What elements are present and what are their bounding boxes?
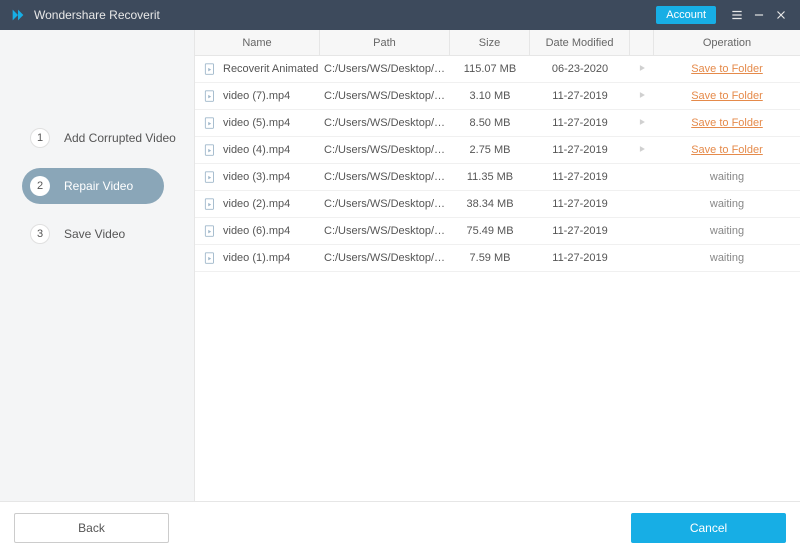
save-to-folder-link[interactable]: Save to Folder bbox=[691, 144, 763, 156]
play-icon[interactable] bbox=[637, 117, 647, 130]
file-path: C:/Users/WS/Desktop/video... bbox=[320, 171, 450, 183]
table-row[interactable]: video (4).mp4 C:/Users/WS/Desktop/video..… bbox=[195, 137, 800, 164]
col-header-path: Path bbox=[320, 30, 450, 55]
video-file-icon bbox=[203, 251, 217, 265]
col-header-size: Size bbox=[450, 30, 530, 55]
table-body: Recoverit Animated ...C:/Users/WS/Deskto… bbox=[195, 56, 800, 501]
file-size: 2.75 MB bbox=[450, 144, 530, 156]
file-name: Recoverit Animated ... bbox=[223, 63, 320, 75]
step-number: 2 bbox=[30, 176, 50, 196]
file-date: 06-23-2020 bbox=[530, 63, 630, 75]
account-button[interactable]: Account bbox=[656, 6, 716, 24]
file-date: 11-27-2019 bbox=[530, 225, 630, 237]
play-icon[interactable] bbox=[637, 90, 647, 103]
close-icon[interactable] bbox=[770, 0, 792, 30]
video-file-icon bbox=[203, 62, 217, 76]
video-file-icon bbox=[203, 116, 217, 130]
titlebar: Wondershare Recoverit Account bbox=[0, 0, 800, 30]
file-size: 8.50 MB bbox=[450, 117, 530, 129]
step-number: 1 bbox=[30, 128, 50, 148]
file-name: video (4).mp4 bbox=[223, 144, 290, 156]
file-name: video (5).mp4 bbox=[223, 117, 290, 129]
video-file-icon bbox=[203, 197, 217, 211]
file-size: 3.10 MB bbox=[450, 90, 530, 102]
minimize-icon[interactable] bbox=[748, 0, 770, 30]
col-header-name: Name bbox=[195, 30, 320, 55]
col-header-operation: Operation bbox=[654, 30, 800, 55]
play-icon[interactable] bbox=[637, 63, 647, 76]
status-waiting: waiting bbox=[710, 171, 744, 183]
status-waiting: waiting bbox=[710, 225, 744, 237]
step-label: Repair Video bbox=[64, 179, 133, 193]
file-date: 11-27-2019 bbox=[530, 252, 630, 264]
menu-icon[interactable] bbox=[726, 0, 748, 30]
step-label: Add Corrupted Video bbox=[64, 131, 176, 145]
sidebar-step-1[interactable]: 1 Add Corrupted Video bbox=[0, 120, 194, 156]
table-row[interactable]: Recoverit Animated ...C:/Users/WS/Deskto… bbox=[195, 56, 800, 83]
file-date: 11-27-2019 bbox=[530, 198, 630, 210]
table-row[interactable]: video (3).mp4 C:/Users/WS/Desktop/video..… bbox=[195, 164, 800, 191]
file-path: C:/Users/WS/Desktop/video... bbox=[320, 90, 450, 102]
file-size: 7.59 MB bbox=[450, 252, 530, 264]
table-row[interactable]: video (1).mp4 C:/Users/WS/Desktop/video..… bbox=[195, 245, 800, 272]
footer: Back Cancel bbox=[0, 501, 800, 553]
table-row[interactable]: video (5).mp4 C:/Users/WS/Desktop/video..… bbox=[195, 110, 800, 137]
table-row[interactable]: video (6).mp4 C:/Users/WS/Desktop/video..… bbox=[195, 218, 800, 245]
file-name: video (3).mp4 bbox=[223, 171, 290, 183]
file-path: C:/Users/WS/Desktop/Reco... bbox=[320, 63, 450, 75]
app-title: Wondershare Recoverit bbox=[34, 8, 160, 22]
table-row[interactable]: video (2).mp4 C:/Users/WS/Desktop/video..… bbox=[195, 191, 800, 218]
save-to-folder-link[interactable]: Save to Folder bbox=[691, 117, 763, 129]
video-file-icon bbox=[203, 89, 217, 103]
video-file-icon bbox=[203, 224, 217, 238]
file-date: 11-27-2019 bbox=[530, 117, 630, 129]
file-path: C:/Users/WS/Desktop/video... bbox=[320, 198, 450, 210]
file-name: video (6).mp4 bbox=[223, 225, 290, 237]
file-path: C:/Users/WS/Desktop/video... bbox=[320, 225, 450, 237]
video-file-icon bbox=[203, 170, 217, 184]
sidebar-step-2[interactable]: 2 Repair Video bbox=[22, 168, 164, 204]
file-path: C:/Users/WS/Desktop/video... bbox=[320, 117, 450, 129]
save-to-folder-link[interactable]: Save to Folder bbox=[691, 63, 763, 75]
video-file-icon bbox=[203, 143, 217, 157]
sidebar: 1 Add Corrupted Video 2 Repair Video 3 Save V… bbox=[0, 30, 195, 501]
col-header-play bbox=[630, 30, 654, 55]
file-size: 11.35 MB bbox=[450, 171, 530, 183]
status-waiting: waiting bbox=[710, 198, 744, 210]
table-row[interactable]: video (7).mp4 C:/Users/WS/Desktop/video..… bbox=[195, 83, 800, 110]
file-name: video (2).mp4 bbox=[223, 198, 290, 210]
file-path: C:/Users/WS/Desktop/video... bbox=[320, 144, 450, 156]
file-date: 11-27-2019 bbox=[530, 171, 630, 183]
status-waiting: waiting bbox=[710, 252, 744, 264]
table-header: Name Path Size Date Modified Operation bbox=[195, 30, 800, 56]
play-icon[interactable] bbox=[637, 144, 647, 157]
main-panel: Name Path Size Date Modified Operation R… bbox=[195, 30, 800, 501]
save-to-folder-link[interactable]: Save to Folder bbox=[691, 90, 763, 102]
file-size: 38.34 MB bbox=[450, 198, 530, 210]
file-name: video (1).mp4 bbox=[223, 252, 290, 264]
app-logo-icon bbox=[10, 7, 26, 23]
file-date: 11-27-2019 bbox=[530, 144, 630, 156]
sidebar-step-3[interactable]: 3 Save Video bbox=[0, 216, 194, 252]
file-size: 115.07 MB bbox=[450, 63, 530, 75]
file-path: C:/Users/WS/Desktop/video... bbox=[320, 252, 450, 264]
back-button[interactable]: Back bbox=[14, 513, 169, 543]
col-header-date: Date Modified bbox=[530, 30, 630, 55]
step-number: 3 bbox=[30, 224, 50, 244]
file-date: 11-27-2019 bbox=[530, 90, 630, 102]
file-size: 75.49 MB bbox=[450, 225, 530, 237]
cancel-button[interactable]: Cancel bbox=[631, 513, 786, 543]
file-name: video (7).mp4 bbox=[223, 90, 290, 102]
step-label: Save Video bbox=[64, 227, 125, 241]
